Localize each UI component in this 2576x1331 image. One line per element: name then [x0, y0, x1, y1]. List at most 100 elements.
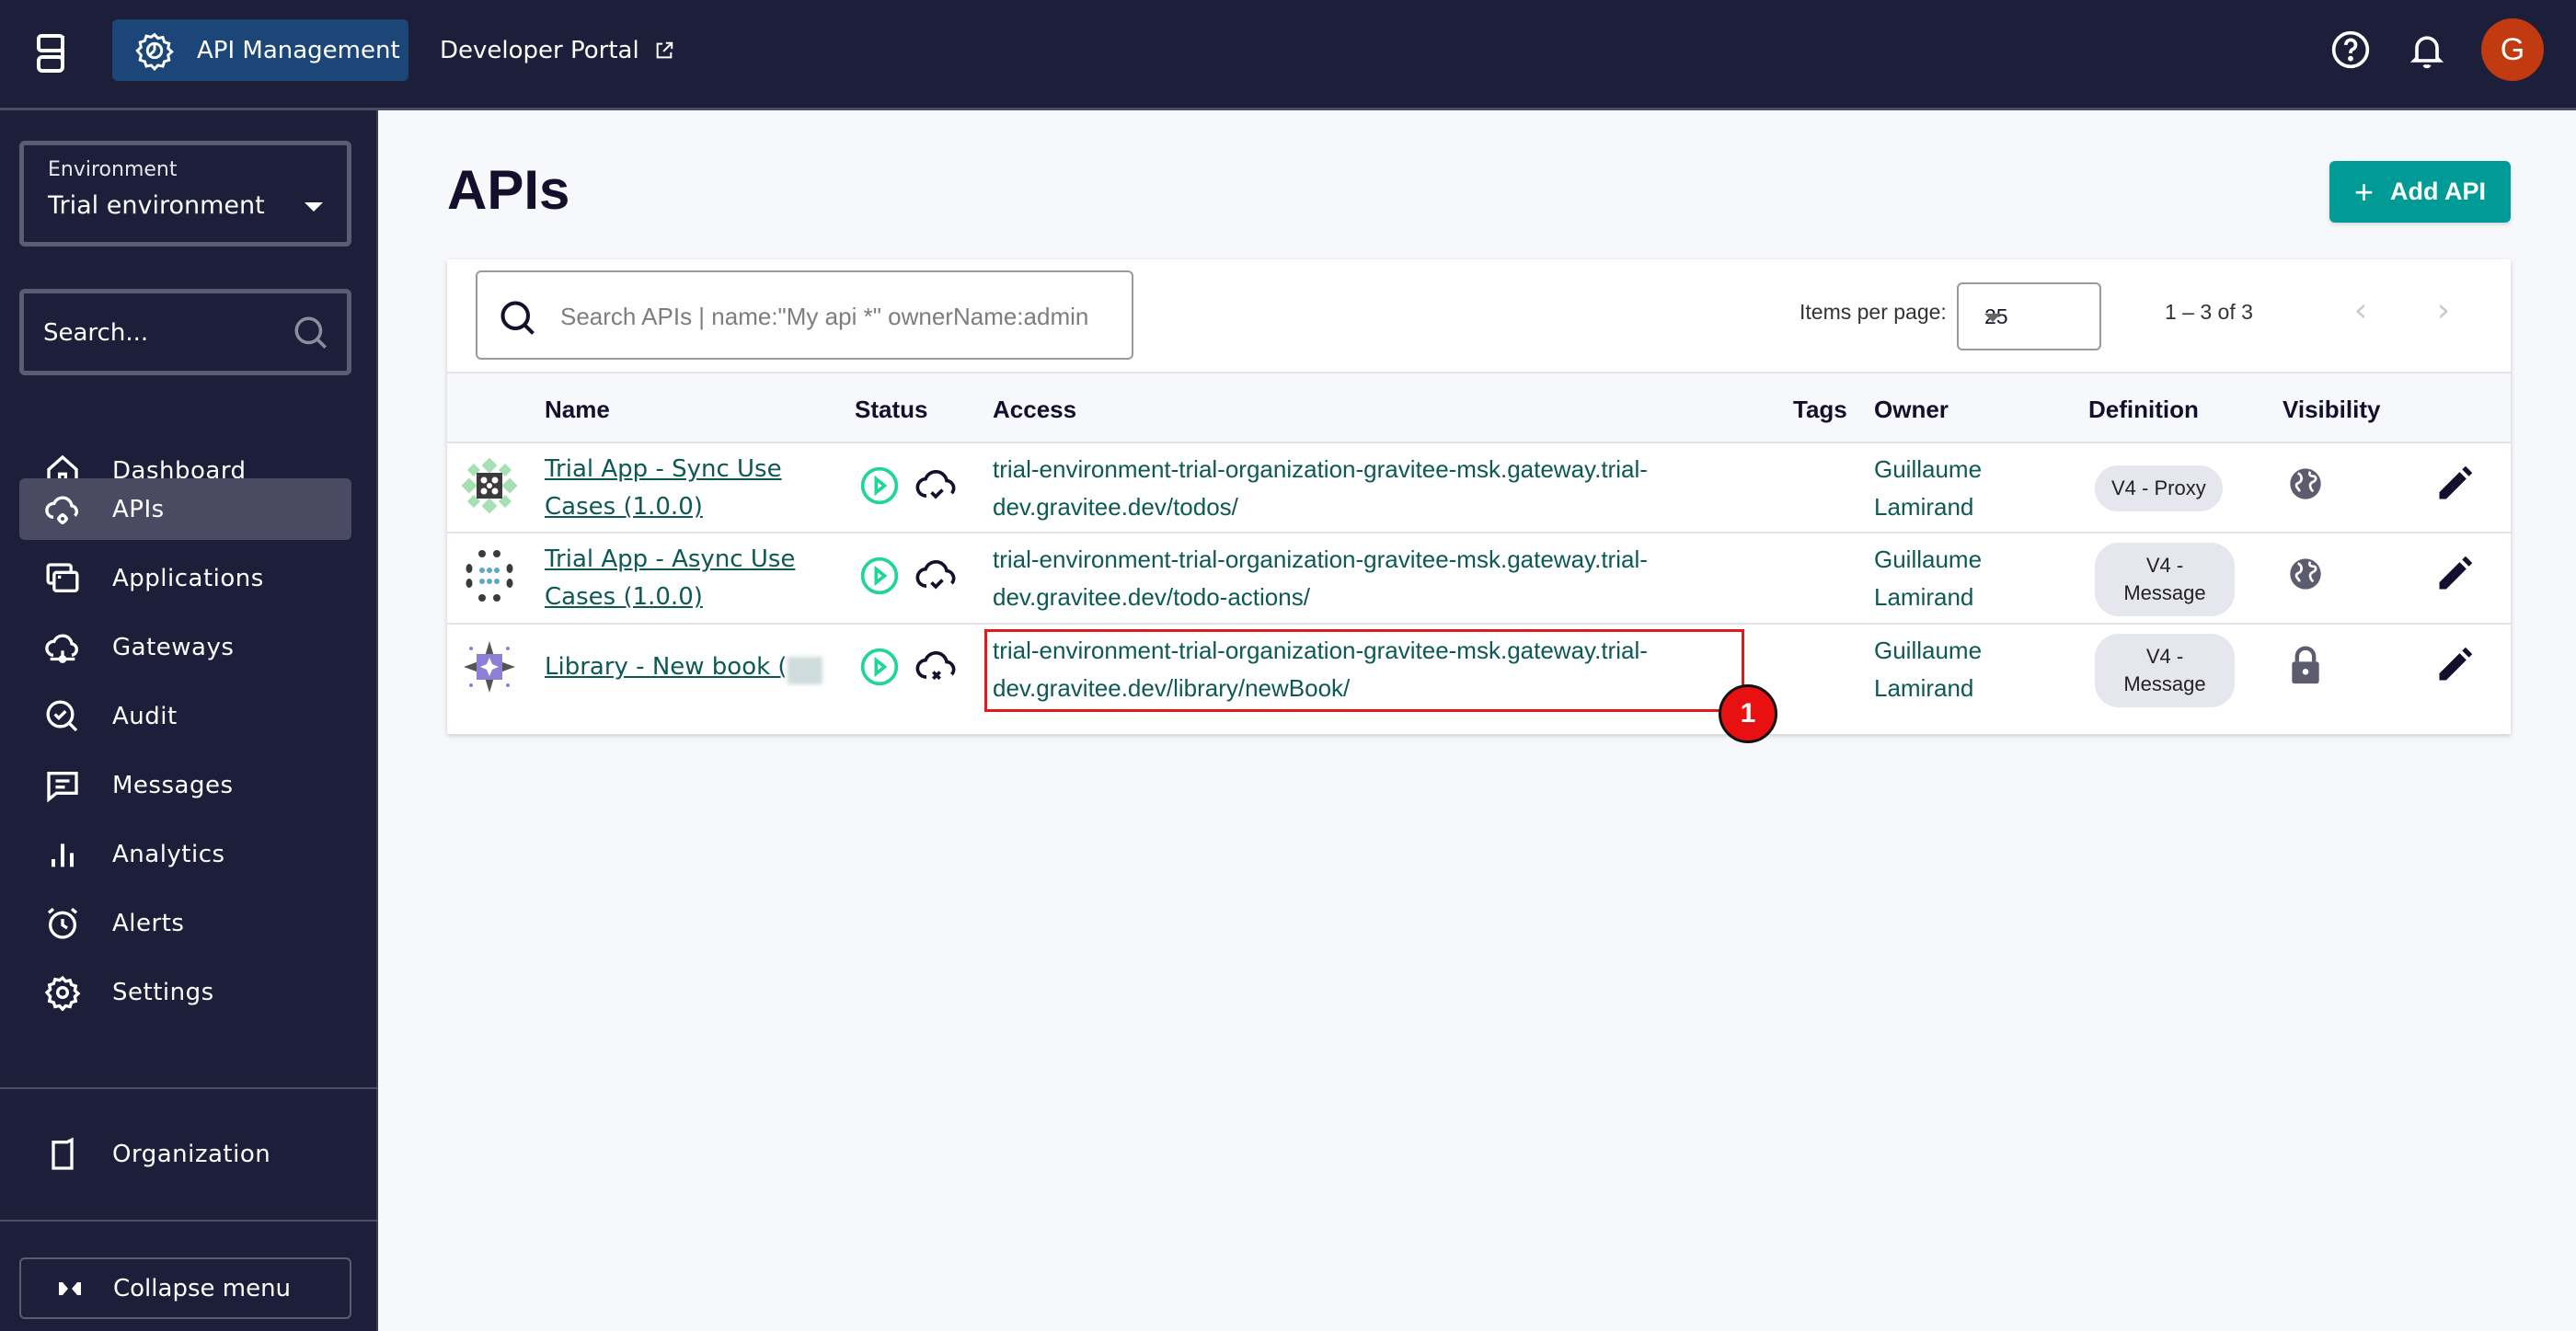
collapse-icon [59, 1281, 81, 1295]
api-owner: Guillaume Lamirand [1874, 637, 1983, 702]
nav-developer-portal[interactable]: Developer Portal [440, 19, 674, 81]
sidebar-divider [0, 1087, 378, 1089]
edit-pencil-icon[interactable] [2434, 645, 2475, 685]
sidebar-search[interactable] [19, 289, 351, 375]
alarm-clock-icon [47, 907, 78, 939]
collapse-menu-label: Collapse menu [113, 1274, 292, 1302]
annotation-highlight-box [984, 629, 1744, 712]
column-header-definition: Definition [2088, 396, 2199, 423]
environment-value: Trial environment [48, 191, 265, 220]
sidebar: Environment Trial environment Dashboard … [0, 110, 378, 1331]
search-icon [500, 301, 535, 335]
sidebar-item-messages[interactable]: Messages [19, 754, 351, 816]
cloud-check-icon [915, 559, 956, 590]
sidebar-item-settings[interactable]: Settings [19, 961, 351, 1023]
api-search-input[interactable] [560, 295, 1129, 338]
api-access-url: trial-environment-trial-organization-gra… [993, 545, 1648, 611]
table-row[interactable]: Trial App - Sync Use Cases (1.0.0) trial… [447, 443, 2511, 534]
cloud-check-icon [915, 469, 956, 499]
started-status-icon [860, 556, 899, 595]
bell-icon[interactable] [2407, 29, 2447, 70]
previous-page-button[interactable]: ‹ [2342, 293, 2379, 329]
api-name-link[interactable]: Trial App - Sync Use Cases (1.0.0) [545, 451, 821, 526]
api-avatar-icon [466, 550, 513, 602]
external-link-icon [656, 41, 673, 58]
table-header: Name Status Access Tags Owner Definition… [447, 372, 2511, 443]
sidebar-item-label: Alerts [112, 909, 185, 937]
gear-icon [135, 32, 174, 71]
api-access-url: trial-environment-trial-organization-gra… [993, 455, 1648, 521]
sidebar-item-label: Organization [112, 1140, 271, 1168]
nav-developer-portal-label: Developer Portal [440, 36, 639, 64]
sidebar-item-label: Gateways [112, 633, 235, 661]
caret-down-icon [1984, 314, 2001, 322]
api-search[interactable] [476, 270, 1133, 360]
edit-pencil-icon[interactable] [2434, 554, 2475, 594]
lock-icon [2292, 646, 2319, 684]
add-api-label: Add API [2390, 178, 2487, 205]
column-header-status: Status [855, 396, 928, 423]
globe-icon [2290, 468, 2321, 499]
caret-down-icon [305, 202, 323, 212]
environment-select[interactable]: Environment Trial environment [19, 141, 351, 247]
sidebar-item-audit[interactable]: Audit [19, 685, 351, 747]
windows-icon [46, 562, 79, 592]
gravitee-logo-icon[interactable] [35, 33, 66, 74]
api-name-link[interactable]: Trial App - Async Use Cases (1.0.0) [545, 541, 821, 616]
column-header-access: Access [993, 396, 1077, 423]
message-icon [47, 771, 78, 802]
search-check-icon [46, 700, 78, 731]
environment-label: Environment [48, 158, 178, 181]
cloud-x-icon [915, 650, 956, 681]
column-header-tags: Tags [1793, 396, 1847, 423]
cloud-network-icon [45, 634, 78, 663]
sidebar-item-label: Settings [112, 978, 214, 1006]
search-icon[interactable] [292, 314, 330, 352]
collapse-menu-button[interactable]: Collapse menu [19, 1257, 351, 1319]
api-owner: Guillaume Lamirand [1874, 545, 1983, 611]
edit-pencil-icon[interactable] [2434, 464, 2475, 504]
definition-badge: V4 - Proxy [2095, 465, 2223, 511]
sidebar-divider [0, 1220, 378, 1222]
cloud-gear-icon [45, 496, 78, 524]
items-per-page-select[interactable]: 25 [1957, 282, 2101, 350]
definition-badge: V4 - Message [2095, 543, 2235, 616]
api-avatar-icon [462, 458, 517, 513]
add-api-button[interactable]: + Add API [2329, 161, 2511, 223]
pagination-range: 1 – 3 of 3 [2165, 300, 2253, 324]
definition-badge: V4 - Message [2095, 634, 2235, 707]
sidebar-item-gateways[interactable]: Gateways [19, 616, 351, 678]
annotation-marker: 1 [1719, 684, 1777, 743]
sidebar-search-input[interactable] [43, 314, 282, 352]
api-name-link[interactable]: Library - New book ( [545, 653, 788, 681]
redacted-version [787, 656, 822, 684]
api-name-cell: Library - New book ( [545, 648, 822, 686]
sidebar-item-organization[interactable]: Organization [19, 1123, 351, 1185]
api-avatar-icon [464, 641, 515, 693]
items-per-page-label: Items per page: [1800, 300, 1947, 324]
globe-icon [2290, 558, 2321, 590]
page-title: APIs [447, 159, 570, 221]
building-icon [52, 1136, 74, 1170]
column-header-name[interactable]: Name [545, 396, 610, 424]
started-status-icon [860, 466, 899, 505]
sidebar-item-label: Audit [112, 702, 178, 730]
column-header-owner: Owner [1874, 396, 1949, 423]
sidebar-item-analytics[interactable]: Analytics [19, 823, 351, 885]
nav-api-management[interactable]: API Management [112, 19, 408, 81]
table-row[interactable]: Trial App - Async Use Cases (1.0.0) tria… [447, 534, 2511, 625]
next-page-button[interactable]: › [2425, 293, 2462, 329]
nav-api-management-label: API Management [197, 36, 400, 64]
sidebar-item-alerts[interactable]: Alerts [19, 892, 351, 954]
sidebar-item-applications[interactable]: Applications [19, 547, 351, 609]
user-avatar[interactable]: G [2481, 18, 2544, 81]
sidebar-item-label: Analytics [112, 840, 225, 868]
api-owner: Guillaume Lamirand [1874, 455, 1983, 521]
gear-icon [44, 975, 81, 1011]
top-bar: API Management Developer Portal G [0, 0, 2576, 110]
sidebar-item-apis[interactable]: APIs [19, 478, 351, 540]
column-header-visibility: Visibility [2283, 396, 2381, 423]
help-circle-icon[interactable] [2330, 29, 2371, 70]
started-status-icon [860, 648, 899, 686]
plus-icon: + [2353, 172, 2375, 211]
